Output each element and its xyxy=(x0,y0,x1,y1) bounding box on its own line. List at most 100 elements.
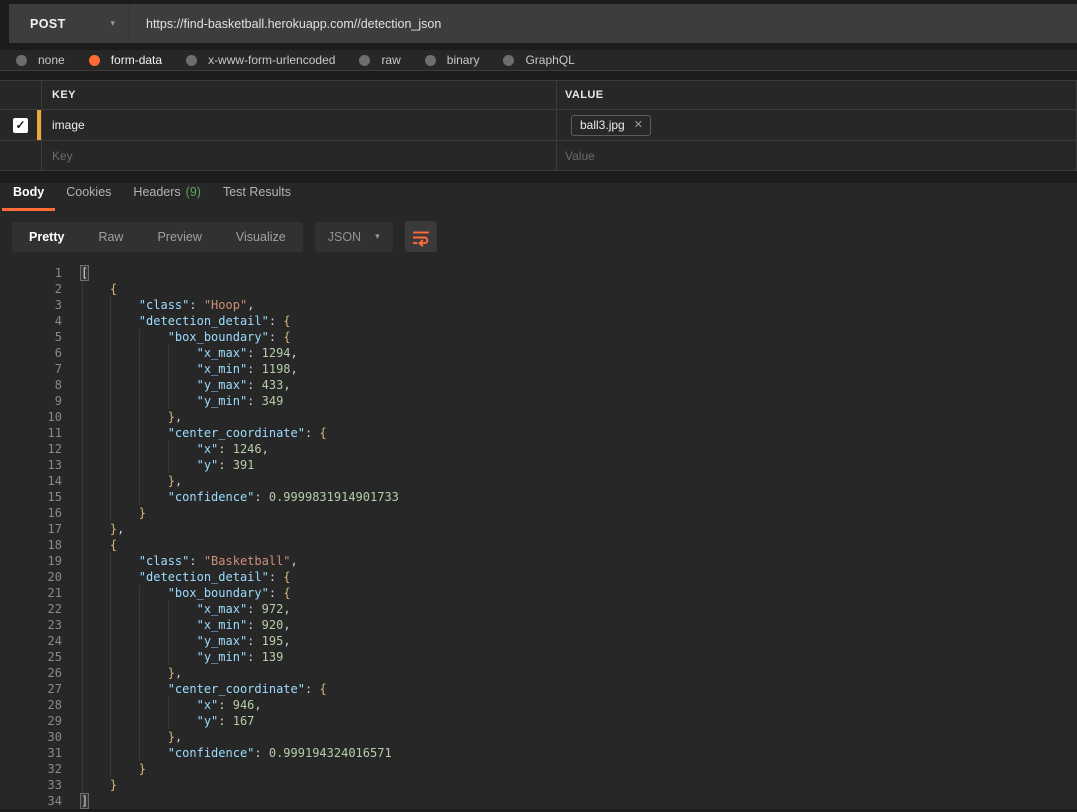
view-mode-pretty[interactable]: Pretty xyxy=(12,222,81,252)
indent-guide xyxy=(81,681,83,697)
code-line: 33 } xyxy=(0,777,1077,793)
tab-test-results[interactable]: Test Results xyxy=(212,185,302,211)
code-token: 349 xyxy=(261,394,284,408)
body-type-form-data[interactable]: form-data xyxy=(88,53,162,67)
indent-guide xyxy=(81,281,83,297)
code-line: 12 "x": 1246, xyxy=(0,441,1077,457)
line-content: "x": 1246, xyxy=(81,441,269,457)
code-token: : xyxy=(304,682,320,696)
line-content: ] xyxy=(79,793,90,809)
line-number: 32 xyxy=(47,762,62,776)
body-type-graphql[interactable]: GraphQL xyxy=(503,53,575,67)
line-content: "y_min": 349 xyxy=(81,393,283,409)
json-response-viewer[interactable]: 1[2 {3 "class": "Hoop", 4 "detection_deta… xyxy=(0,261,1077,809)
indent-guide xyxy=(110,505,112,521)
line-content: }, xyxy=(81,521,124,537)
code-line: 28 "x": 946, xyxy=(0,697,1077,713)
code-token: [ xyxy=(79,265,90,281)
code-token: } xyxy=(167,730,175,744)
remove-file-icon[interactable]: ✕ xyxy=(634,118,643,131)
code-token: 139 xyxy=(261,650,284,664)
line-number: 12 xyxy=(47,442,62,456)
indent-guide xyxy=(139,697,141,713)
code-token: { xyxy=(109,538,118,552)
method-label: POST xyxy=(30,16,66,31)
key-column-header: KEY xyxy=(42,81,557,109)
indent-guide xyxy=(81,777,83,793)
code-token: : xyxy=(268,314,284,328)
radio-icon xyxy=(359,54,371,66)
indent-guide xyxy=(81,585,83,601)
line-number: 33 xyxy=(47,778,62,792)
tab-headers[interactable]: Headers (9) xyxy=(122,185,212,211)
body-type-raw[interactable]: raw xyxy=(359,53,401,67)
indent-guide xyxy=(110,713,112,729)
indent-guide xyxy=(81,569,83,585)
indent-guide xyxy=(81,329,83,345)
code-line: 9 "y_min": 349 xyxy=(0,393,1077,409)
code-token: { xyxy=(109,282,118,296)
url-input[interactable]: https://find-basketball.herokuapp.com//d… xyxy=(130,4,1077,43)
line-number: 29 xyxy=(47,714,62,728)
code-token: : xyxy=(218,714,233,728)
indent-guide xyxy=(168,617,170,633)
view-mode-visualize[interactable]: Visualize xyxy=(219,222,303,252)
indent-guide xyxy=(110,729,112,745)
key-cell[interactable]: image xyxy=(37,110,557,140)
value-cell[interactable]: ball3.jpg ✕ xyxy=(557,110,1076,140)
code-token: "detection_detail" xyxy=(138,314,269,328)
line-number: 18 xyxy=(47,538,62,552)
view-mode-preview[interactable]: Preview xyxy=(140,222,218,252)
line-number: 2 xyxy=(54,282,62,296)
format-dropdown[interactable]: JSON ▾ xyxy=(314,221,393,252)
indent-guide xyxy=(110,313,112,329)
line-content: } xyxy=(81,761,146,777)
tab-cookies[interactable]: Cookies xyxy=(55,185,122,211)
view-mode-raw[interactable]: Raw xyxy=(81,222,140,252)
code-token: } xyxy=(138,762,147,776)
row-enabled-checkbox[interactable]: ✓ xyxy=(13,117,28,133)
indent-guide xyxy=(168,457,170,473)
response-panel: Body Cookies Headers (9) Test Results Pretty… xyxy=(0,183,1077,809)
indent-guide xyxy=(81,697,83,713)
code-token: "detection_detail" xyxy=(138,570,269,584)
new-key-input[interactable]: Key xyxy=(42,141,557,170)
code-token: "Hoop" xyxy=(203,298,248,312)
line-content: "x": 946, xyxy=(81,697,262,713)
file-chip: ball3.jpg ✕ xyxy=(571,114,651,136)
code-token: , xyxy=(290,554,298,568)
indent-guide xyxy=(168,697,170,713)
code-token: : xyxy=(218,458,233,472)
code-token: "y_max" xyxy=(196,378,248,392)
line-number: 6 xyxy=(54,346,62,360)
wrap-text-button[interactable] xyxy=(404,221,437,252)
line-content: "box_boundary": { xyxy=(81,329,291,345)
indent-guide xyxy=(81,505,83,521)
tab-body[interactable]: Body xyxy=(2,185,56,211)
method-select[interactable]: POST ▾ xyxy=(9,4,130,43)
indent-guide xyxy=(139,585,141,601)
code-line: 26 }, xyxy=(0,665,1077,681)
code-token: : xyxy=(268,330,284,344)
indent-guide xyxy=(139,393,141,409)
code-token: : xyxy=(189,554,204,568)
indent-guide xyxy=(110,425,112,441)
body-type-none[interactable]: none xyxy=(16,53,65,67)
code-token: 946 xyxy=(232,698,255,712)
indent-guide xyxy=(110,361,112,377)
line-number: 24 xyxy=(47,634,62,648)
line-content: "x_max": 972, xyxy=(81,601,291,617)
new-value-input[interactable]: Value xyxy=(557,141,1076,170)
body-type-x-www-form-urlencoded[interactable]: x-www-form-urlencoded xyxy=(186,53,335,67)
indent-guide xyxy=(81,297,83,313)
tab-label: Body xyxy=(13,185,45,199)
code-token: : xyxy=(268,570,284,584)
body-type-binary[interactable]: binary xyxy=(424,53,479,67)
indent-guide xyxy=(139,681,141,697)
body-type-selector: none form-data x-www-form-urlencoded raw bin… xyxy=(0,50,1077,71)
code-token: "confidence" xyxy=(167,746,255,760)
code-line: 30 }, xyxy=(0,729,1077,745)
